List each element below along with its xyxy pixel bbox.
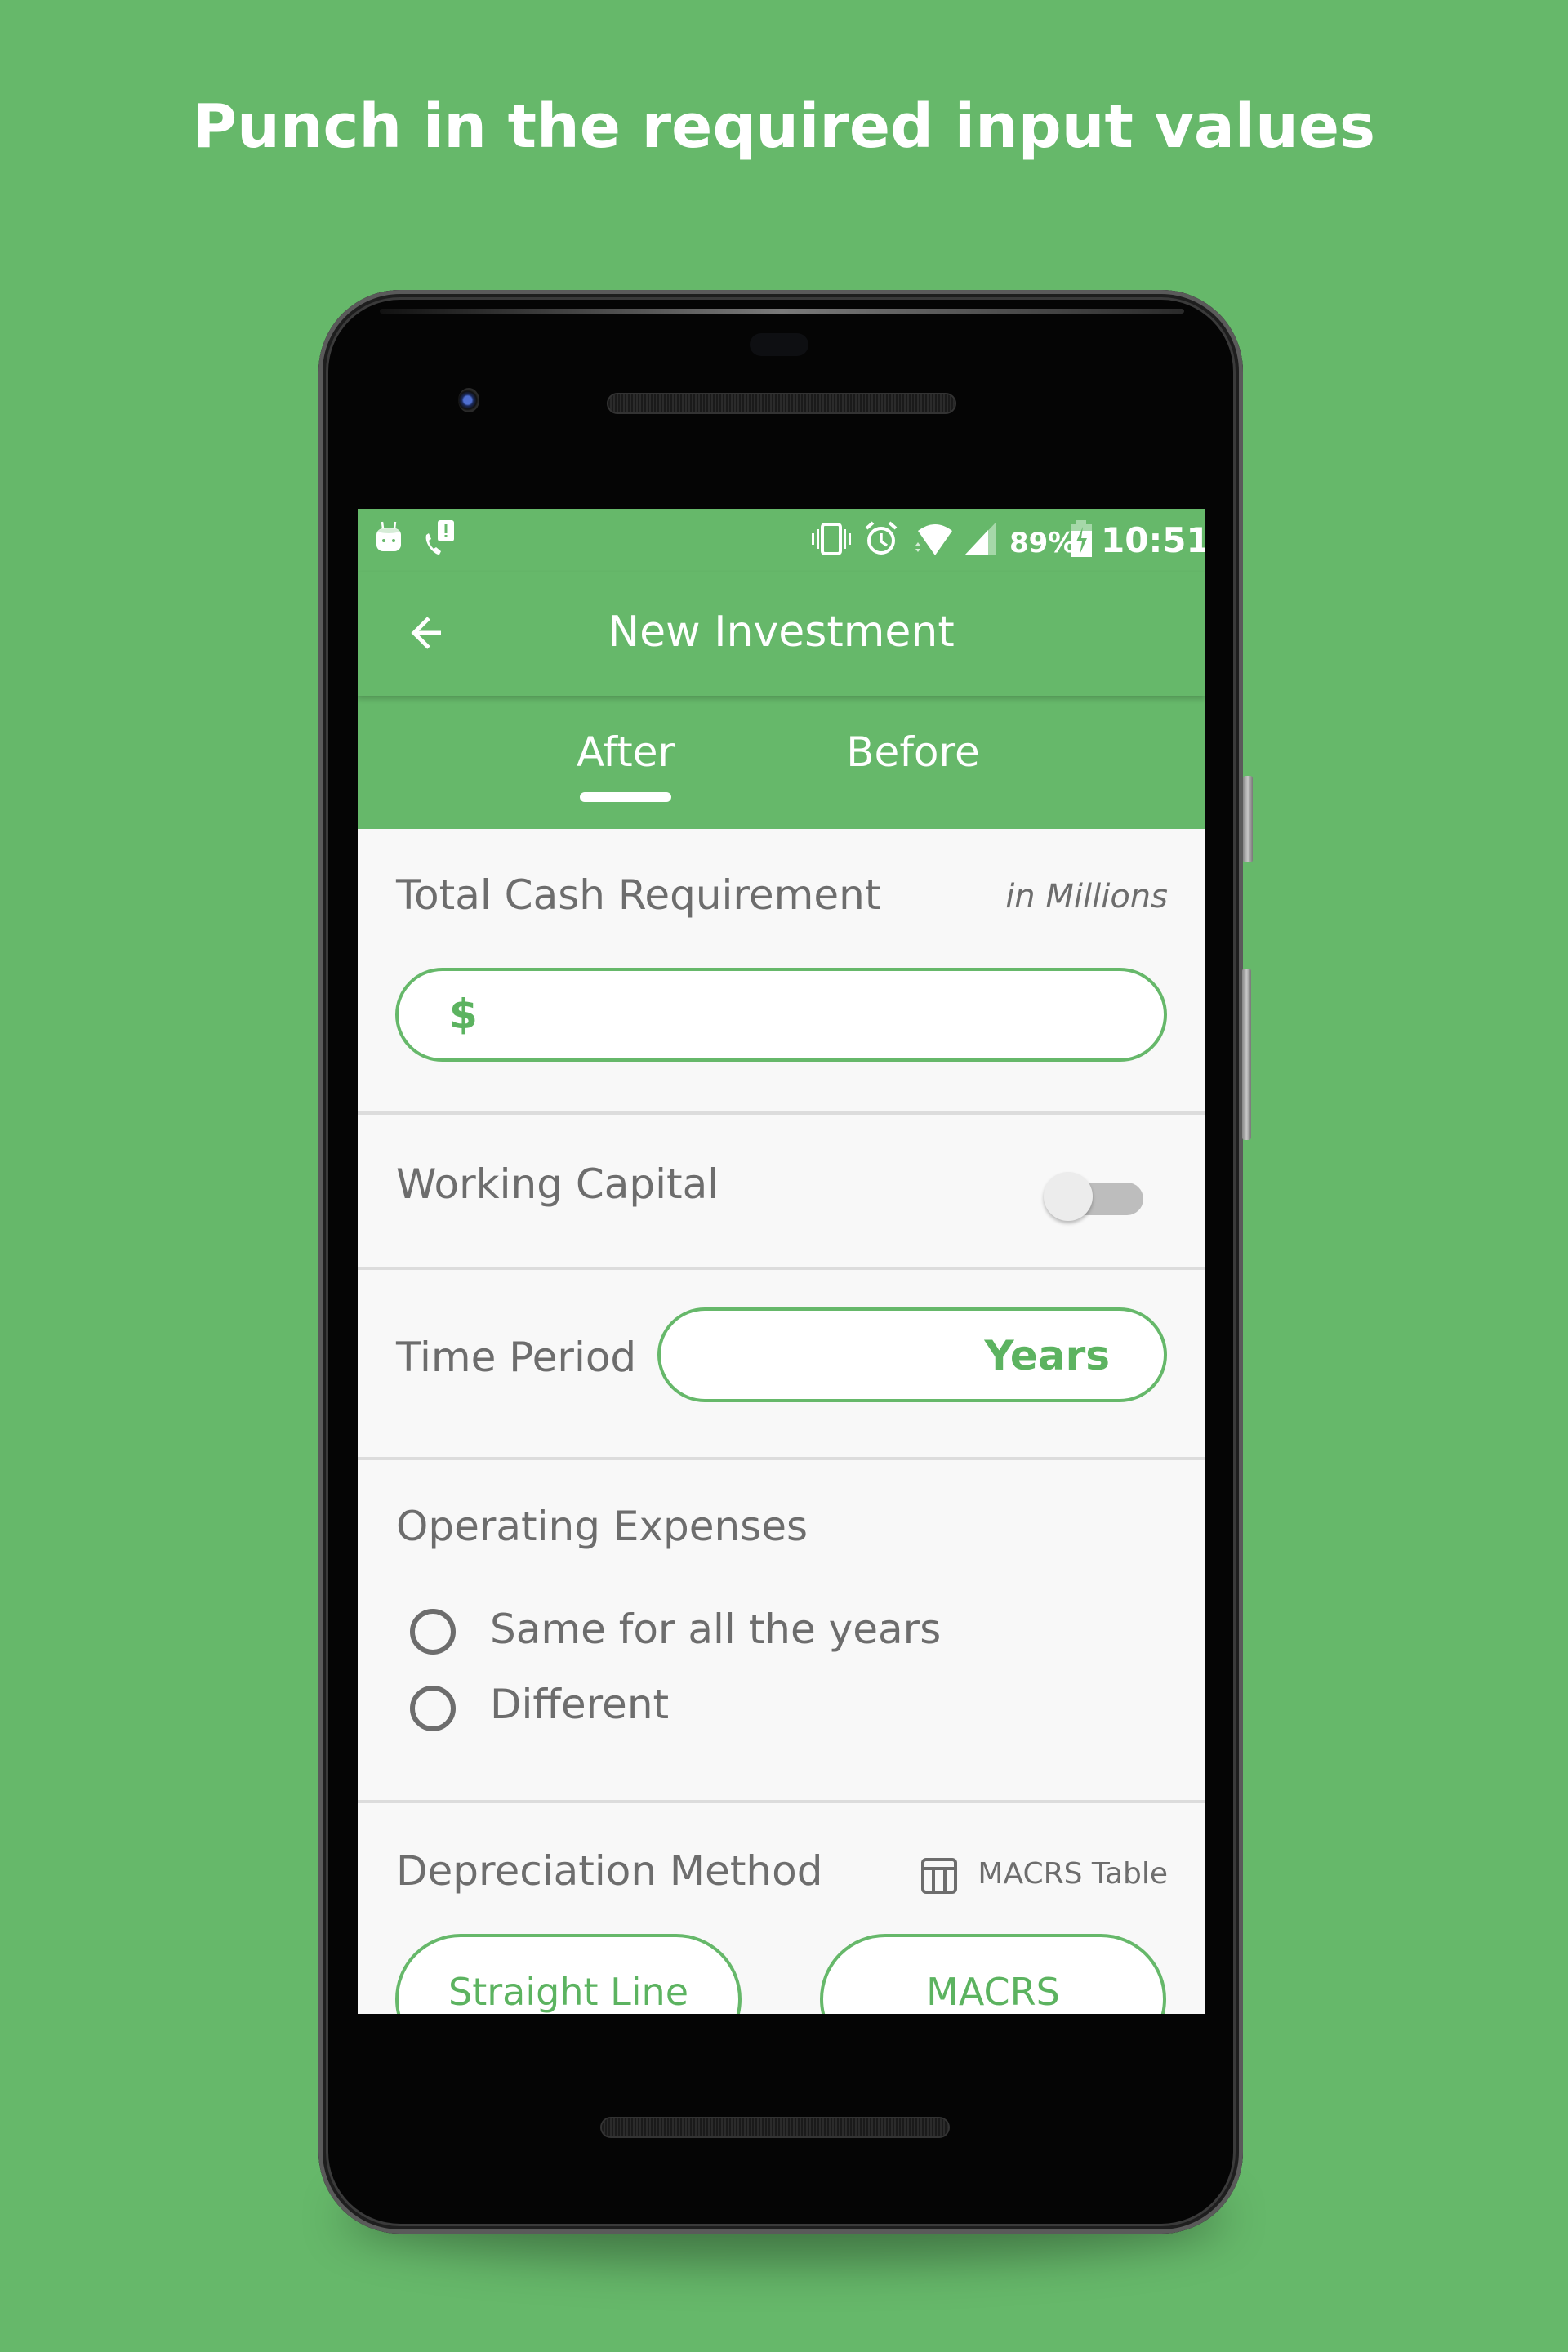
total-cash-input[interactable]: $ xyxy=(395,968,1167,1062)
vibrate-icon xyxy=(808,522,854,559)
battery-percent: 89% xyxy=(1009,527,1076,559)
front-camera xyxy=(458,388,479,412)
time-period-label: Time Period xyxy=(396,1334,637,1381)
section-total-cash: Total Cash Requirement in Millions $ xyxy=(358,829,1205,1115)
operating-expenses-label: Operating Expenses xyxy=(396,1503,808,1550)
section-operating-expenses: Operating Expenses Same for all the year… xyxy=(358,1460,1205,1803)
macrs-table-link[interactable]: MACRS Table xyxy=(921,1857,1168,1898)
straight-line-button[interactable]: Straight Line xyxy=(395,1934,742,2014)
toggle-thumb xyxy=(1044,1172,1093,1221)
form-content: Total Cash Requirement in Millions $ Wor… xyxy=(358,829,1205,2014)
phone-gloss xyxy=(380,309,1184,314)
alarm-icon xyxy=(863,520,899,561)
battery-charging-icon xyxy=(1070,520,1093,561)
selected-tab-indicator xyxy=(580,792,671,802)
macrs-button[interactable]: MACRS xyxy=(820,1934,1166,2014)
years-suffix: Years xyxy=(984,1332,1110,1379)
section-depreciation-method: Depreciation Method MACRS Table Straight… xyxy=(358,1803,1205,2014)
radio-button-different[interactable] xyxy=(410,1686,456,1731)
tab-after[interactable]: After xyxy=(519,728,732,776)
in-millions-hint: in Millions xyxy=(1005,878,1168,915)
radio-label-different[interactable]: Different xyxy=(490,1681,669,1728)
working-capital-label: Working Capital xyxy=(396,1160,719,1208)
radio-button-same[interactable] xyxy=(410,1609,456,1655)
section-time-period: Time Period Years xyxy=(358,1270,1205,1460)
top-speaker-grille xyxy=(608,394,955,412)
tab-before[interactable]: Before xyxy=(807,728,1019,776)
tab-bar: After Before xyxy=(358,696,1205,829)
power-button xyxy=(1243,776,1253,862)
proximity-sensor xyxy=(750,333,808,356)
cell-signal-icon xyxy=(964,520,998,559)
clock-time: 10:51 xyxy=(1101,520,1205,560)
depreciation-method-label: Depreciation Method xyxy=(396,1847,823,1895)
phone-screen: 89% 10:51 New Investment After Before To… xyxy=(358,509,1205,2014)
wifi-icon xyxy=(913,521,957,560)
time-period-input[interactable]: Years xyxy=(657,1307,1167,1402)
app-bar: New Investment xyxy=(358,572,1205,696)
volume-button xyxy=(1242,969,1251,1140)
radio-label-same[interactable]: Same for all the years xyxy=(490,1606,941,1653)
macrs-table-label: MACRS Table xyxy=(978,1857,1168,1891)
dollar-sign-prefix: $ xyxy=(449,991,478,1038)
table-icon xyxy=(921,1858,958,1894)
promo-headline: Punch in the required input values xyxy=(192,91,1376,162)
total-cash-label: Total Cash Requirement xyxy=(396,871,881,919)
status-bar: 89% 10:51 xyxy=(358,509,1205,572)
page-title: New Investment xyxy=(608,608,955,657)
missed-call-icon xyxy=(421,519,457,559)
android-notification-icon xyxy=(374,520,403,556)
section-working-capital: Working Capital xyxy=(358,1115,1205,1270)
bottom-speaker-grille xyxy=(602,2118,948,2136)
